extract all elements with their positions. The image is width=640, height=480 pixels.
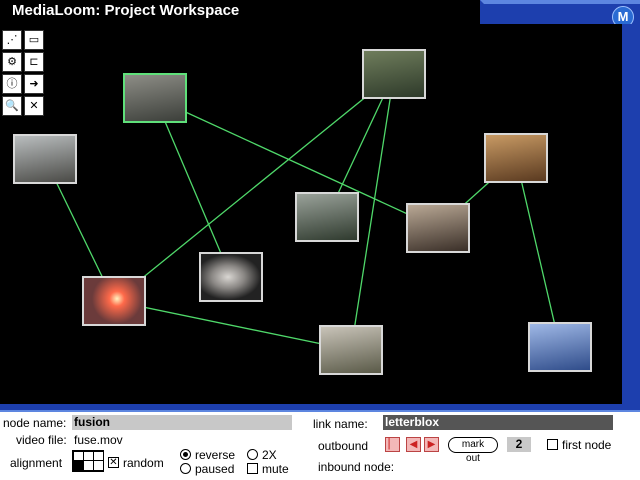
link-tool-icon[interactable]: ⚙ <box>2 52 22 72</box>
video-thumbnail <box>125 75 185 121</box>
first-node-label: first node <box>562 438 612 452</box>
mute-label: mute <box>262 462 289 476</box>
delete-tool-icon[interactable]: ✕ <box>24 96 44 116</box>
video-thumbnail <box>297 194 357 240</box>
video-thumbnail <box>15 136 75 182</box>
paused-label: paused <box>195 462 235 476</box>
node-name-label: node name: <box>3 416 67 430</box>
info-tool-icon[interactable]: ⓘ <box>2 74 22 94</box>
node-inspector-panel: node name: fusion video file: fuse.mov a… <box>0 412 640 480</box>
video-node-sunset-road[interactable] <box>123 73 187 123</box>
video-node-face-closeup[interactable] <box>199 252 263 302</box>
node-name-field[interactable]: fusion <box>72 415 292 430</box>
previous-link-button[interactable]: ◀ <box>406 437 421 452</box>
node-link-fusion-runner-field[interactable] <box>113 300 352 351</box>
random-checkbox[interactable]: ✕ <box>108 457 119 468</box>
reverse-label: reverse <box>195 448 236 462</box>
reverse-radio[interactable] <box>180 449 191 460</box>
video-node-child-portrait[interactable] <box>406 203 470 253</box>
frame-right <box>622 24 640 404</box>
video-thumbnail <box>84 278 144 324</box>
video-thumbnail <box>486 135 546 181</box>
video-node-circuit-board[interactable] <box>362 49 426 99</box>
window-tool-icon[interactable]: ▭ <box>24 30 44 50</box>
video-node-waterfall[interactable] <box>295 192 359 242</box>
mute-checkbox[interactable] <box>247 463 258 474</box>
outbound-label: outbound <box>318 439 369 453</box>
mark-out-button[interactable]: mark out <box>448 437 498 464</box>
align-cell[interactable] <box>93 460 104 471</box>
node-link-bar-drinks-letterblox[interactable] <box>515 157 561 348</box>
random-label: random <box>123 456 164 470</box>
window-title: MediaLoom: Project Workspace <box>12 2 240 19</box>
export-tool-icon[interactable]: ➜ <box>24 74 44 94</box>
title-bar: MediaLoom: Project Workspace <box>0 0 640 24</box>
link-name-field[interactable]: letterblox <box>383 415 613 430</box>
twox-label: 2X <box>262 448 277 462</box>
link-name-label: link name: <box>313 417 368 431</box>
video-node-bar-drinks[interactable] <box>484 133 548 183</box>
frame-bottom <box>0 404 640 412</box>
video-thumbnail <box>364 51 424 97</box>
connect-tool-icon[interactable]: ⊏ <box>24 52 44 72</box>
video-thumbnail <box>530 324 590 370</box>
select-node-tool-icon[interactable]: ⋰ <box>2 30 22 50</box>
alignment-label: alignment <box>10 456 63 470</box>
alignment-grid[interactable] <box>72 450 104 472</box>
inspect-tool-icon[interactable]: 🔍 <box>2 96 22 116</box>
video-file-value: fuse.mov <box>74 433 123 447</box>
video-node-railway-tracks[interactable] <box>13 134 77 184</box>
twox-radio[interactable] <box>247 449 258 460</box>
workspace-canvas[interactable]: ⋰ ▭ ⚙ ⊏ ⓘ ➜ 🔍 ✕ <box>0 24 622 404</box>
inbound-node-label: inbound node: <box>318 460 395 474</box>
video-node-runner-field[interactable] <box>319 325 383 375</box>
first-node-checkbox[interactable] <box>547 439 558 450</box>
outbound-count: 2 <box>507 437 531 452</box>
first-link-button[interactable]: ▏ <box>385 437 400 452</box>
video-thumbnail <box>201 254 261 300</box>
node-link-sunset-road-face-closeup[interactable] <box>154 97 232 278</box>
video-file-label: video file: <box>16 433 67 447</box>
next-link-button[interactable]: ▶ <box>424 437 439 452</box>
video-node-letterblox[interactable] <box>528 322 592 372</box>
video-thumbnail <box>408 205 468 251</box>
video-thumbnail <box>321 327 381 373</box>
paused-radio[interactable] <box>180 463 191 474</box>
video-node-fusion[interactable] <box>82 276 146 326</box>
